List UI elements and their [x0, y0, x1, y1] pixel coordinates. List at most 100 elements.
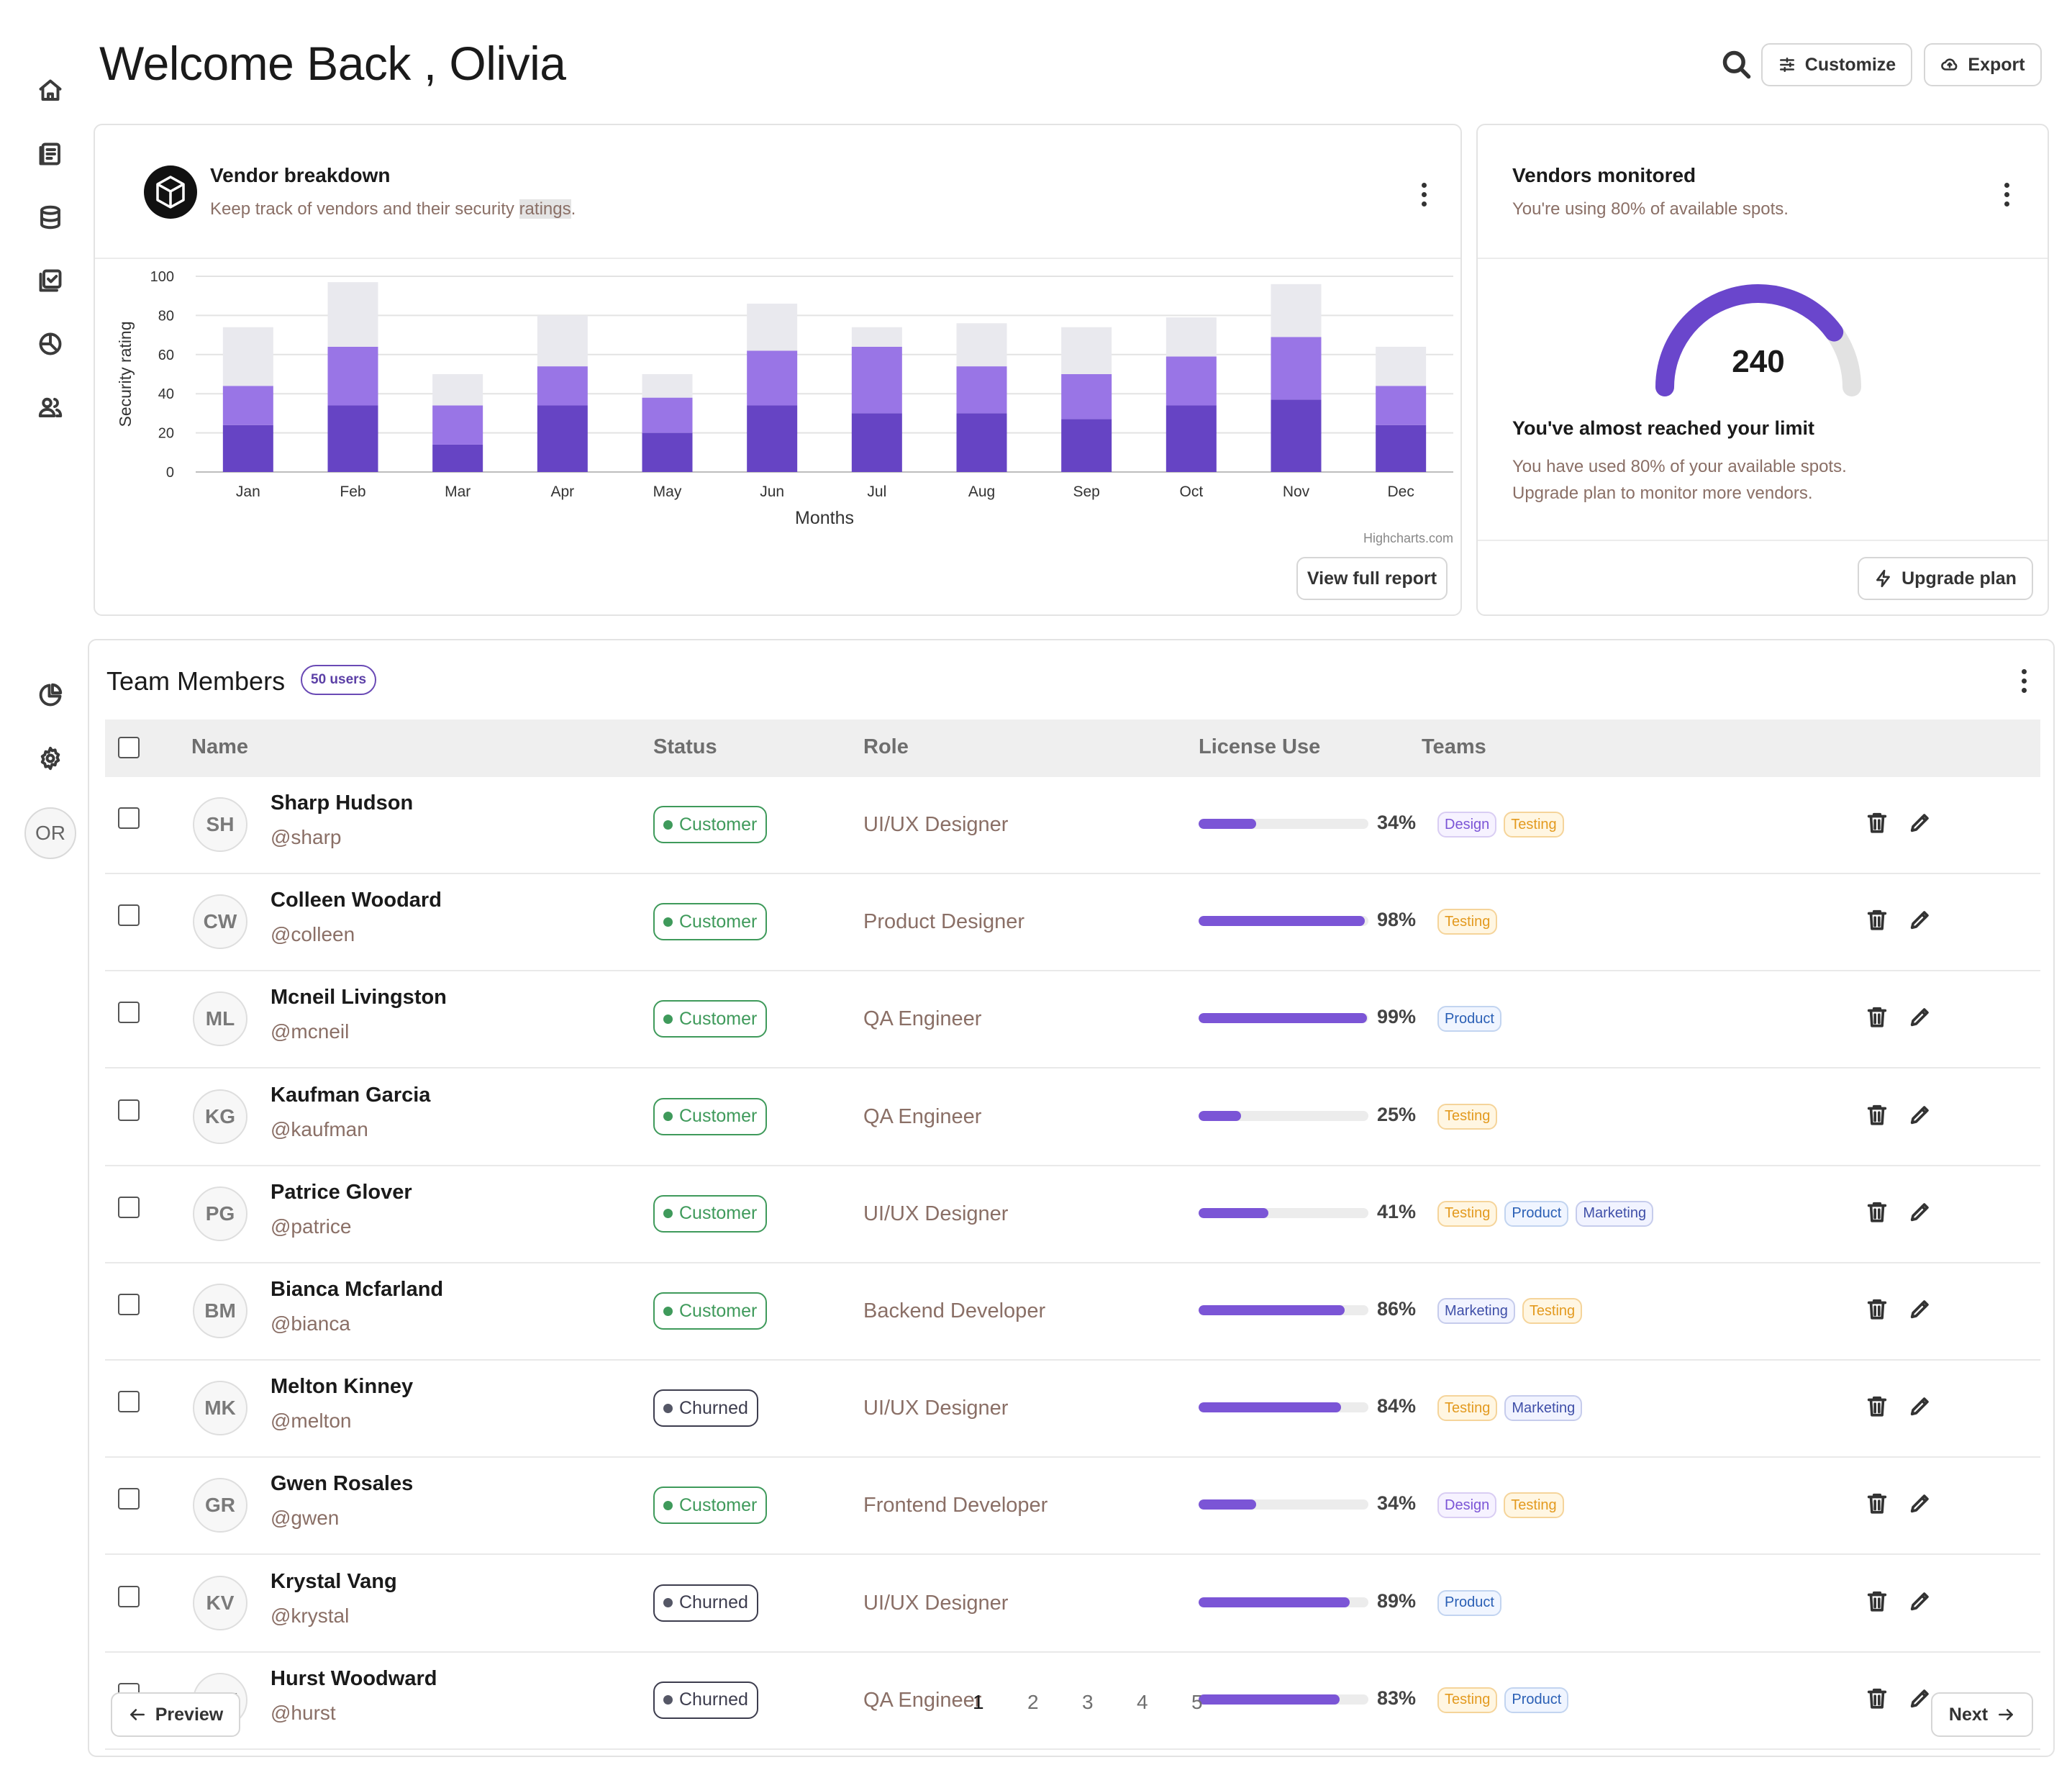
pie-chart-segment-icon[interactable]	[36, 681, 65, 709]
edit-icon[interactable]	[1908, 1004, 1937, 1033]
row-checkbox[interactable]	[118, 1391, 140, 1413]
chart-credit[interactable]: Highcharts.com	[1363, 531, 1453, 545]
previous-page-button[interactable]: Preview	[111, 1692, 240, 1737]
bar-segment[interactable]	[1061, 374, 1112, 419]
delete-icon[interactable]	[1865, 1004, 1894, 1033]
page-number[interactable]: 3	[1082, 1691, 1094, 1714]
next-page-button[interactable]: Next	[1931, 1692, 2033, 1737]
edit-icon[interactable]	[1908, 1297, 1937, 1325]
bar-segment[interactable]	[432, 405, 483, 445]
bar-segment[interactable]	[851, 346, 902, 414]
member-name[interactable]: Krystal Vang	[271, 1570, 397, 1594]
row-checkbox[interactable]	[118, 1196, 140, 1218]
edit-icon[interactable]	[1908, 1199, 1937, 1228]
delete-icon[interactable]	[1865, 1589, 1894, 1617]
member-name[interactable]: Mcneil Livingston	[271, 986, 447, 1009]
bar-segment[interactable]	[327, 282, 378, 347]
delete-icon[interactable]	[1865, 1297, 1894, 1325]
column-role[interactable]: Role	[863, 735, 909, 759]
bar-segment[interactable]	[851, 327, 902, 347]
bar-segment[interactable]	[1376, 425, 1427, 472]
table-row[interactable]: GR Gwen Rosales @gwen Customer Frontend …	[105, 1458, 2040, 1556]
check-square-icon[interactable]	[36, 266, 65, 295]
vendors-monitored-menu-icon[interactable]	[1996, 178, 2017, 210]
bar-segment[interactable]	[222, 327, 273, 386]
bar-segment[interactable]	[642, 374, 693, 398]
member-name[interactable]: Patrice Glover	[271, 1181, 412, 1204]
table-row[interactable]: MK Melton Kinney @melton Churned UI/UX D…	[105, 1361, 2040, 1458]
delete-icon[interactable]	[1865, 1394, 1894, 1422]
page-number[interactable]: 1	[973, 1691, 984, 1714]
bar-segment[interactable]	[222, 386, 273, 425]
home-icon[interactable]	[36, 76, 65, 105]
bar-segment[interactable]	[1271, 283, 1322, 337]
vendor-breakdown-menu-icon[interactable]	[1413, 178, 1435, 210]
table-row[interactable]: KG Kaufman Garcia @kaufman Customer QA E…	[105, 1069, 2040, 1166]
delete-icon[interactable]	[1865, 907, 1894, 936]
bar-segment[interactable]	[1376, 386, 1427, 425]
edit-icon[interactable]	[1908, 1394, 1937, 1422]
bar-segment[interactable]	[1061, 327, 1112, 374]
page-number[interactable]: 5	[1191, 1691, 1203, 1714]
table-row[interactable]: KV Krystal Vang @krystal Churned UI/UX D…	[105, 1556, 2040, 1653]
team-members-menu-icon[interactable]	[2013, 665, 2035, 696]
table-row[interactable]: ML Mcneil Livingston @mcneil Customer QA…	[105, 971, 2040, 1069]
bar-segment[interactable]	[537, 405, 588, 472]
delete-icon[interactable]	[1865, 1686, 1894, 1715]
select-all-checkbox[interactable]	[118, 737, 140, 758]
delete-icon[interactable]	[1865, 810, 1894, 839]
database-icon[interactable]	[36, 203, 65, 232]
row-checkbox[interactable]	[118, 1488, 140, 1510]
edit-icon[interactable]	[1908, 907, 1937, 936]
bar-segment[interactable]	[222, 425, 273, 472]
bar-segment[interactable]	[747, 304, 798, 351]
bar-segment[interactable]	[642, 397, 693, 433]
edit-icon[interactable]	[1908, 1491, 1937, 1520]
bar-segment[interactable]	[537, 366, 588, 406]
bar-segment[interactable]	[851, 413, 902, 472]
search-icon[interactable]	[1721, 49, 1753, 81]
bar-segment[interactable]	[1271, 399, 1322, 472]
view-full-report-button[interactable]: View full report	[1296, 557, 1448, 600]
row-checkbox[interactable]	[118, 807, 140, 829]
bar-segment[interactable]	[327, 346, 378, 406]
row-checkbox[interactable]	[118, 1099, 140, 1121]
bar-segment[interactable]	[1376, 346, 1427, 386]
table-row[interactable]: CW Colleen Woodard @colleen Customer Pro…	[105, 874, 2040, 972]
edit-icon[interactable]	[1908, 1589, 1937, 1617]
column-status[interactable]: Status	[653, 735, 717, 759]
upgrade-plan-button[interactable]: Upgrade plan	[1858, 557, 2033, 600]
bar-segment[interactable]	[1166, 405, 1217, 472]
delete-icon[interactable]	[1865, 1491, 1894, 1520]
edit-icon[interactable]	[1908, 810, 1937, 839]
bar-segment[interactable]	[1166, 317, 1217, 357]
table-row[interactable]: HW Hurst Woodward @hurst Churned QA Engi…	[105, 1653, 2040, 1750]
member-name[interactable]: Bianca Mcfarland	[271, 1278, 443, 1302]
bar-segment[interactable]	[747, 350, 798, 406]
gear-icon[interactable]	[36, 744, 65, 773]
row-checkbox[interactable]	[118, 1585, 140, 1607]
table-row[interactable]: BM Bianca Mcfarland @bianca Customer Bac…	[105, 1263, 2040, 1361]
bar-segment[interactable]	[432, 374, 483, 406]
bar-segment[interactable]	[747, 405, 798, 472]
bar-segment[interactable]	[956, 323, 1007, 367]
user-avatar[interactable]: OR	[24, 807, 76, 859]
customize-button[interactable]: Customize	[1761, 43, 1912, 86]
member-name[interactable]: Melton Kinney	[271, 1375, 413, 1399]
bar-segment[interactable]	[327, 405, 378, 472]
bar-segment[interactable]	[1061, 419, 1112, 472]
document-list-icon[interactable]	[36, 140, 65, 168]
bar-segment[interactable]	[537, 315, 588, 367]
bar-segment[interactable]	[956, 413, 1007, 472]
row-checkbox[interactable]	[118, 1294, 140, 1315]
bar-segment[interactable]	[1166, 356, 1217, 406]
export-button[interactable]: Export	[1924, 43, 2042, 86]
bar-segment[interactable]	[642, 432, 693, 472]
member-name[interactable]: Gwen Rosales	[271, 1472, 413, 1496]
row-checkbox[interactable]	[118, 904, 140, 927]
member-name[interactable]: Hurst Woodward	[271, 1667, 437, 1691]
bar-segment[interactable]	[956, 366, 1007, 414]
delete-icon[interactable]	[1865, 1199, 1894, 1228]
table-row[interactable]: PG Patrice Glover @patrice Customer UI/U…	[105, 1166, 2040, 1263]
column-license-use[interactable]: License Use	[1199, 735, 1320, 759]
